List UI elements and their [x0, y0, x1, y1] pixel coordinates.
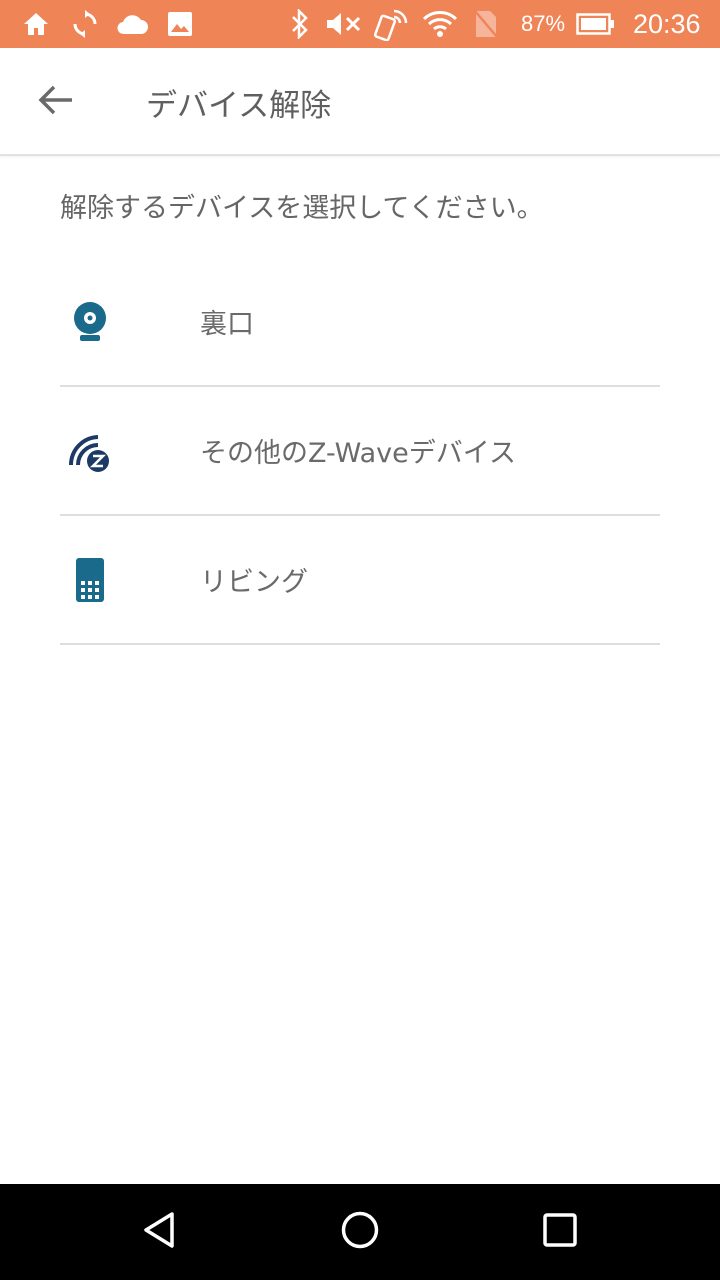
cloud-icon	[114, 8, 150, 40]
battery-percent: 87%	[521, 11, 566, 36]
home-icon	[20, 8, 52, 40]
page-title: デバイス解除	[146, 87, 332, 124]
zwave-icon	[66, 427, 114, 475]
battery-icon	[576, 8, 616, 40]
clock: 20:36	[633, 8, 701, 39]
back-triangle-icon	[140, 1210, 180, 1254]
device-item-back-door[interactable]: 裏口	[60, 258, 660, 387]
device-list: 裏口 その他のZ-Waveデバイス リビング	[60, 258, 660, 645]
back-button[interactable]	[28, 74, 84, 130]
camera-icon	[66, 298, 114, 346]
nav-recents-button[interactable]	[528, 1200, 592, 1264]
device-label: その他のZ-Waveデバイス	[200, 438, 516, 469]
recents-square-icon	[542, 1212, 578, 1252]
nav-home-button[interactable]	[328, 1200, 392, 1264]
device-item-living[interactable]: リビング	[60, 516, 660, 645]
device-item-other-zwave[interactable]: その他のZ-Waveデバイス	[60, 387, 660, 516]
device-label: リビング	[200, 567, 308, 598]
no-sim-icon	[472, 8, 500, 40]
sync-icon	[68, 8, 102, 40]
arrow-back-icon	[38, 84, 74, 120]
instruction-text: 解除するデバイスを選択してください。	[60, 193, 544, 224]
navigation-bar	[0, 1184, 720, 1280]
wifi-icon	[422, 8, 458, 40]
nfc-icon	[374, 8, 410, 41]
image-icon	[166, 8, 194, 40]
device-label: 裏口	[200, 309, 254, 340]
mute-icon	[324, 8, 364, 40]
app-bar: デバイス解除	[0, 48, 720, 156]
home-circle-icon	[340, 1210, 380, 1254]
status-bar: 87% 20:36	[0, 0, 720, 48]
nav-back-button[interactable]	[128, 1200, 192, 1264]
bluetooth-icon	[288, 8, 312, 40]
keypad-icon	[66, 556, 114, 604]
